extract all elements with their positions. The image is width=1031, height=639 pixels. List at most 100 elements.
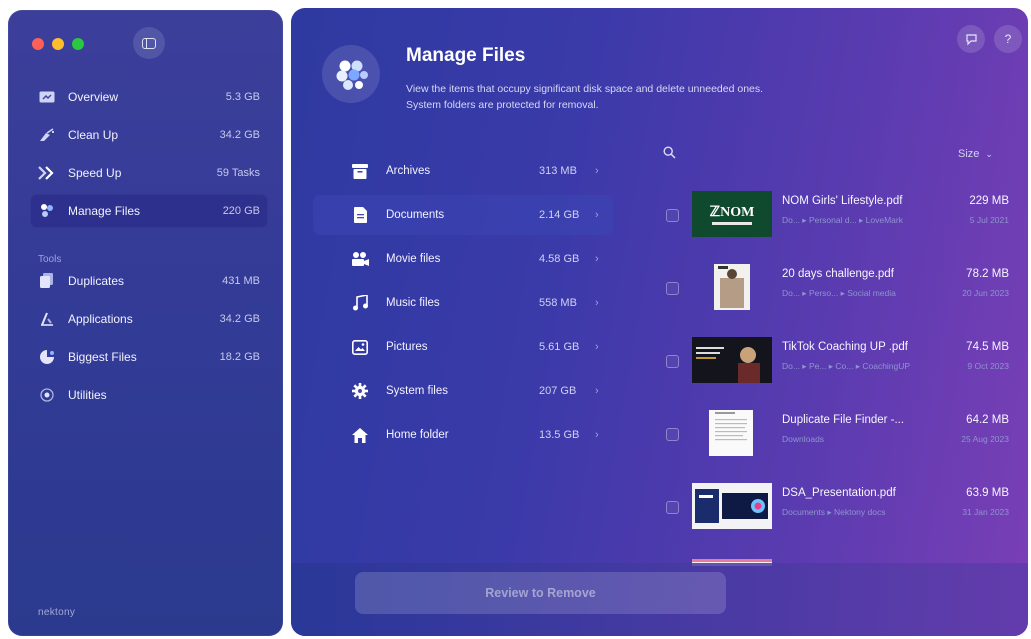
chevron-right-icon: › — [595, 253, 599, 265]
gear-icon — [351, 382, 369, 400]
sidebar-item-label: Manage Files — [68, 204, 141, 218]
music-icon — [351, 294, 369, 312]
manage-files-icon — [38, 203, 56, 219]
category-size: 2.14 GB — [539, 209, 580, 221]
file-date: 9 Oct 2023 — [967, 361, 1009, 371]
category-home-folder[interactable]: Home folder 13.5 GB › — [313, 415, 613, 455]
chevron-right-icon: › — [595, 385, 599, 397]
sidebar-item-value: 59 Tasks — [216, 167, 260, 179]
subtitle-line: System folders are protected for removal… — [406, 99, 599, 111]
window-controls — [32, 38, 84, 50]
category-movie-files[interactable]: Movie files 4.58 GB › — [313, 239, 613, 279]
category-label: Movie files — [386, 253, 441, 265]
utilities-icon — [38, 387, 56, 403]
minimize-window-button[interactable] — [52, 38, 64, 50]
category-label: System files — [386, 385, 448, 397]
file-size: 63.9 MB — [966, 487, 1009, 499]
file-checkbox[interactable] — [666, 282, 679, 295]
file-row[interactable]: DSA_Presentation.pdf Documents ▸ Nektony… — [663, 483, 1013, 543]
document-icon — [351, 206, 369, 224]
category-size: 13.5 GB — [539, 429, 580, 441]
close-window-button[interactable] — [32, 38, 44, 50]
chevron-right-icon: › — [595, 429, 599, 441]
category-label: Pictures — [386, 341, 428, 353]
category-label: Music files — [386, 297, 440, 309]
svg-text:ℤNOM: ℤNOM — [710, 205, 755, 220]
overview-icon — [38, 89, 56, 105]
broom-icon — [38, 127, 56, 143]
sidebar-item-applications[interactable]: Applications 34.2 GB — [30, 302, 268, 336]
review-to-remove-button[interactable]: Review to Remove — [355, 572, 726, 614]
sidebar-item-label: Overview — [68, 90, 119, 104]
brand-logo: nektony — [38, 607, 76, 618]
category-size: 5.61 GB — [539, 341, 580, 353]
sidebar-item-clean-up[interactable]: Clean Up 34.2 GB — [30, 118, 268, 152]
file-thumbnail — [692, 410, 772, 456]
file-row[interactable]: 20 days challenge.pdf Do... ▸ Perso... ▸… — [663, 264, 1013, 324]
sidebar-item-value: 18.2 GB — [219, 351, 260, 363]
feedback-button[interactable] — [957, 25, 985, 53]
applications-icon — [38, 311, 56, 327]
file-name: DSA_Presentation.pdf — [782, 487, 896, 499]
sidebar-item-speed-up[interactable]: Speed Up 59 Tasks — [30, 156, 268, 190]
manage-files-header-icon — [322, 45, 380, 103]
sort-dropdown[interactable]: Size ⌄ — [958, 148, 993, 160]
file-row[interactable]: Duplicate File Finder -... Downloads 64.… — [663, 410, 1013, 470]
sidebar-item-utilities[interactable]: Utilities — [30, 378, 268, 412]
sidebar-item-overview[interactable]: Overview 5.3 GB — [30, 80, 268, 114]
archive-icon — [351, 162, 369, 180]
search-icon[interactable] — [663, 146, 676, 164]
home-icon — [351, 426, 369, 444]
sidebar-item-manage-files[interactable]: Manage Files 220 GB — [30, 194, 268, 228]
sidebar-item-value: 220 GB — [222, 205, 260, 217]
file-path: Do... ▸ Pe... ▸ Co... ▸ CoachingUP — [782, 361, 911, 371]
file-date: 25 Aug 2023 — [961, 434, 1009, 444]
file-path: Do... ▸ Personal d... ▸ LoveMark — [782, 215, 903, 225]
file-checkbox[interactable] — [666, 501, 679, 514]
sidebar-item-duplicates[interactable]: Duplicates 431 MB — [30, 264, 268, 298]
file-path: Downloads — [782, 434, 825, 444]
file-row[interactable]: TikTok Coaching UP .pdf Do... ▸ Pe... ▸ … — [663, 337, 1013, 397]
chevron-right-icon: › — [595, 297, 599, 309]
sidebar-item-label: Applications — [68, 312, 133, 326]
question-mark-icon: ? — [1004, 32, 1012, 46]
file-size: 78.2 MB — [966, 268, 1009, 280]
picture-icon — [351, 338, 369, 356]
sidebar-item-label: Biggest Files — [68, 350, 137, 364]
file-date: 20 Jun 2023 — [962, 288, 1009, 298]
category-pictures[interactable]: Pictures 5.61 GB › — [313, 327, 613, 367]
category-label: Home folder — [386, 429, 449, 441]
file-checkbox[interactable] — [666, 209, 679, 222]
zoom-window-button[interactable] — [72, 38, 84, 50]
file-path: Documents ▸ Nektony docs — [782, 507, 886, 517]
category-system-files[interactable]: System files 207 GB › — [313, 371, 613, 411]
category-archives[interactable]: Archives 313 MB › — [313, 151, 613, 191]
sidebar-item-biggest-files[interactable]: Biggest Files 18.2 GB — [30, 340, 268, 374]
sidebar-item-value: 5.3 GB — [225, 91, 260, 103]
category-label: Documents — [386, 209, 445, 221]
sidebar-item-label: Speed Up — [68, 166, 122, 180]
file-name: TikTok Coaching UP .pdf — [782, 341, 908, 353]
file-thumbnail — [692, 337, 772, 383]
file-size: 74.5 MB — [966, 341, 1009, 353]
file-date: 31 Jan 2023 — [962, 507, 1009, 517]
category-size: 313 MB — [539, 165, 577, 177]
file-name: NOM Girls' Lifestyle.pdf — [782, 195, 903, 207]
page-title: Manage Files — [406, 45, 526, 66]
speed-icon — [38, 165, 56, 181]
sidebar-item-value: 34.2 GB — [219, 129, 260, 141]
file-thumbnail: ℤNOM — [692, 191, 772, 237]
file-checkbox[interactable] — [666, 428, 679, 441]
file-row[interactable]: ℤNOM NOM Girls' Lifestyle.pdf Do... ▸ Pe… — [663, 191, 1013, 251]
chevron-right-icon: › — [595, 209, 599, 221]
page-subtitle: View the items that occupy significant d… — [406, 81, 866, 113]
help-button[interactable]: ? — [994, 25, 1022, 53]
sidebar-toggle-button[interactable] — [133, 27, 165, 59]
sort-label: Size — [958, 148, 980, 160]
file-size: 229 MB — [969, 195, 1009, 207]
file-checkbox[interactable] — [666, 355, 679, 368]
category-documents[interactable]: Documents 2.14 GB › — [313, 195, 613, 235]
sidebar-item-label: Clean Up — [68, 128, 119, 142]
chevron-right-icon: › — [595, 165, 599, 177]
category-music-files[interactable]: Music files 558 MB › — [313, 283, 613, 323]
